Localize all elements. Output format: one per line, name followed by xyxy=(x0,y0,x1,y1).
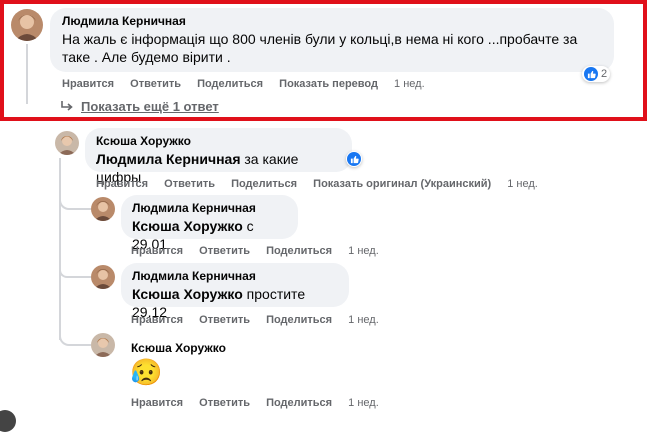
reaction-badge[interactable]: 2 xyxy=(582,66,611,82)
timestamp[interactable]: 1 нед. xyxy=(348,397,379,409)
author-name[interactable]: Людмила Керничная xyxy=(132,201,287,215)
comment-actions: Нравится Ответить Поделиться 1 нед. xyxy=(131,245,392,257)
comment-actions: Нравится Ответить Поделиться 1 нед. xyxy=(131,397,392,409)
timestamp[interactable]: 1 нед. xyxy=(348,245,379,257)
like-button[interactable]: Нравится xyxy=(62,78,114,90)
mention-link[interactable]: Людмила Керничная xyxy=(96,151,241,167)
thread-line xyxy=(26,44,28,104)
like-button[interactable]: Нравится xyxy=(131,245,183,257)
comment-bubble: Ксюша Хоружко Людмила Керничная за какие… xyxy=(85,128,352,185)
thread-connector xyxy=(59,158,91,210)
share-button[interactable]: Поделиться xyxy=(231,178,297,190)
translate-button[interactable]: Показать перевод xyxy=(279,78,378,90)
avatar[interactable] xyxy=(55,131,79,155)
timestamp[interactable]: 1 нед. xyxy=(507,178,538,190)
share-button[interactable]: Поделиться xyxy=(197,78,263,90)
author-name[interactable]: Людмила Керничная xyxy=(62,14,602,28)
mention-link[interactable]: Ксюша Хоружко xyxy=(132,218,243,234)
reply-button[interactable]: Ответить xyxy=(130,78,181,90)
like-button[interactable]: Нравится xyxy=(96,178,148,190)
author-name[interactable]: Ксюша Хоружко xyxy=(131,341,226,355)
thumbs-up-icon xyxy=(584,67,598,81)
share-button[interactable]: Поделиться xyxy=(266,245,332,257)
comment-bubble: Людмила Керничная На жаль є інформація щ… xyxy=(50,8,614,72)
like-button[interactable]: Нравится xyxy=(131,314,183,326)
thread-connector xyxy=(59,330,91,346)
comment-bubble: Людмила Керничная Ксюша Хоружко с 29.01 xyxy=(121,195,298,252)
like-button[interactable]: Нравится xyxy=(131,397,183,409)
show-more-replies[interactable]: Показать ещё 1 ответ xyxy=(81,99,219,114)
reply-button[interactable]: Ответить xyxy=(164,178,215,190)
reply-button[interactable]: Ответить xyxy=(199,314,250,326)
reply-button[interactable]: Ответить xyxy=(199,397,250,409)
reaction-badge[interactable] xyxy=(346,151,362,167)
avatar[interactable] xyxy=(91,333,115,357)
comment-text: На жаль є інформація що 800 членів були … xyxy=(62,31,578,65)
comment-actions: Нравится Ответить Поделиться Показать пе… xyxy=(62,78,438,90)
reply-button[interactable]: Ответить xyxy=(199,245,250,257)
author-name[interactable]: Ксюша Хоружко xyxy=(96,134,341,148)
thumbs-up-icon xyxy=(347,152,361,166)
reply-arrow-icon xyxy=(60,99,74,117)
comment-actions: Нравится Ответить Поделиться Показать ор… xyxy=(96,178,551,190)
timestamp[interactable]: 1 нед. xyxy=(394,78,425,90)
sad-emoji: 😥 xyxy=(130,357,163,387)
mention-link[interactable]: Ксюша Хоружко xyxy=(132,286,243,302)
reaction-count: 2 xyxy=(601,68,608,80)
timestamp[interactable]: 1 нед. xyxy=(348,314,379,326)
avatar[interactable] xyxy=(91,197,115,221)
comment-bubble: Людмила Керничная Ксюша Хоружко простите… xyxy=(121,263,349,320)
avatar[interactable] xyxy=(0,410,16,432)
avatar[interactable] xyxy=(11,9,43,41)
comment-actions: Нравится Ответить Поделиться 1 нед. xyxy=(131,314,392,326)
share-button[interactable]: Поделиться xyxy=(266,314,332,326)
avatar[interactable] xyxy=(91,265,115,289)
author-name[interactable]: Людмила Керничная xyxy=(132,269,338,283)
show-original-button[interactable]: Показать оригинал (Украинский) xyxy=(313,178,491,190)
thread-connector xyxy=(59,270,91,278)
share-button[interactable]: Поделиться xyxy=(266,397,332,409)
